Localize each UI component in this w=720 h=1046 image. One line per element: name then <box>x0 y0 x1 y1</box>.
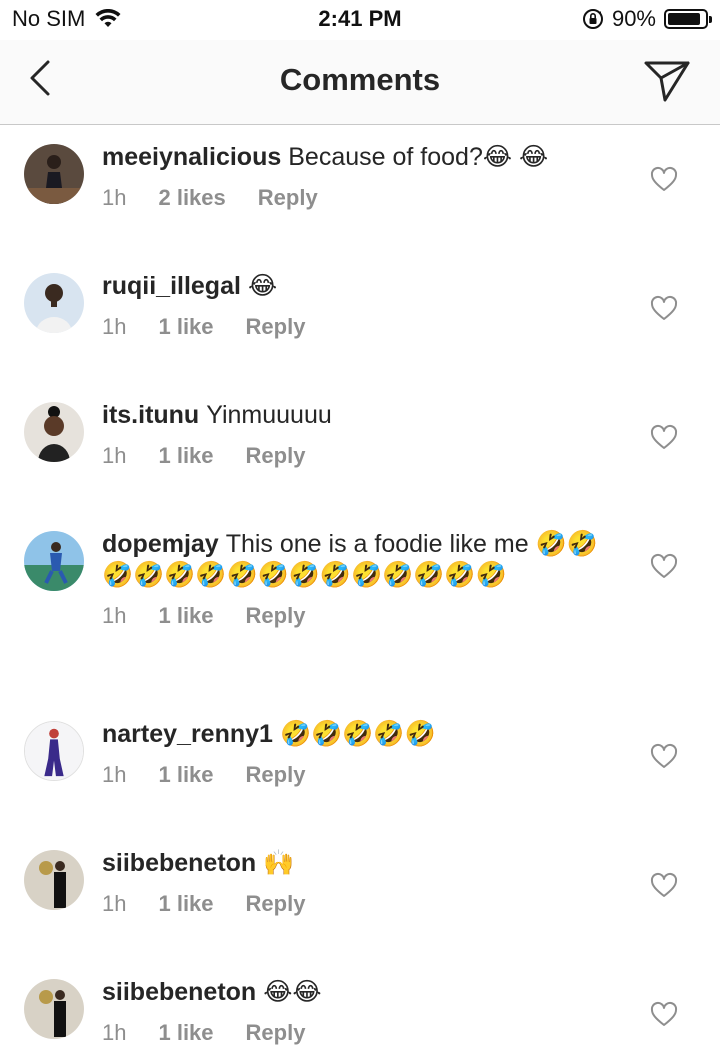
comment-body: nartey_renny1 🤣🤣🤣🤣🤣 1h 1 like Reply <box>102 719 622 788</box>
comment-text: nartey_renny1 🤣🤣🤣🤣🤣 <box>102 719 622 750</box>
comment-time: 1h <box>102 603 127 628</box>
battery-icon <box>664 9 712 29</box>
comment-likes[interactable]: 2 likes <box>158 185 225 211</box>
heart-icon[interactable] <box>650 872 678 900</box>
comment-body: ruqii_illegal 😂 1h 1 like Reply <box>102 271 622 340</box>
comment-message: Because of food?😂 😂 <box>288 143 549 171</box>
comment-meta: 1h 1 like Reply <box>102 314 622 340</box>
reply-button[interactable]: Reply <box>246 603 306 629</box>
reply-button[interactable]: Reply <box>246 762 306 788</box>
battery-group: 90% <box>582 6 712 32</box>
comment-body: siibebeneton 🙌 1h 1 like Reply <box>102 848 622 917</box>
comment-text: dopemjay This one is a foodie like me 🤣🤣🤣… <box>102 529 622 591</box>
avatar[interactable] <box>24 721 84 781</box>
heart-icon[interactable] <box>650 295 678 323</box>
reply-button[interactable]: Reply <box>246 891 306 917</box>
heart-icon[interactable] <box>650 743 678 771</box>
comment-likes[interactable]: 1 like <box>158 762 213 788</box>
battery-nub <box>709 16 712 23</box>
comment-meta: 1h 1 like Reply <box>102 1020 622 1046</box>
comment-message: 😂 <box>247 272 278 300</box>
comment-likes[interactable]: 1 like <box>158 1020 213 1046</box>
page-title: Comments <box>279 62 441 97</box>
comment-body: its.itunu Yinmuuuuu 1h 1 like Reply <box>102 400 622 469</box>
avatar[interactable] <box>24 273 84 333</box>
comment-meta: 1h 1 like Reply <box>102 891 622 917</box>
comment-username[interactable]: its.itunu <box>102 401 199 429</box>
comment-text: siibebeneton 🙌 <box>102 848 622 879</box>
paper-plane-icon <box>644 61 690 102</box>
comment-body: siibebeneton 😂😂 1h 1 like Reply <box>102 977 622 1046</box>
comment-username[interactable]: siibebeneton <box>102 849 256 877</box>
comment-text: its.itunu Yinmuuuuu <box>102 400 622 431</box>
comment-username[interactable]: nartey_renny1 <box>102 720 273 748</box>
comment-meta: 1h 1 like Reply <box>102 443 622 469</box>
comment-time: 1h <box>102 314 127 339</box>
heart-icon[interactable] <box>650 553 678 581</box>
comment-time: 1h <box>102 443 127 468</box>
comment-likes[interactable]: 1 like <box>158 443 213 469</box>
reply-button[interactable]: Reply <box>246 443 306 469</box>
battery-percent: 90% <box>611 6 656 31</box>
nav-bar: Comments <box>0 40 720 125</box>
comment-likes[interactable]: 1 like <box>158 314 213 340</box>
avatar[interactable] <box>24 402 84 462</box>
comment-meta: 1h 1 like Reply <box>102 762 622 788</box>
comment-time: 1h <box>102 891 127 916</box>
comment-time: 1h <box>102 762 127 787</box>
comment-message: 🤣🤣🤣🤣🤣 <box>279 720 436 748</box>
avatar[interactable] <box>24 850 84 910</box>
heart-icon[interactable] <box>650 424 678 452</box>
comment-meta: 1h 1 like Reply <box>102 603 622 629</box>
heart-icon[interactable] <box>650 1001 678 1029</box>
comment-body: meeiynalicious Because of food?😂 😂 1h 2 l… <box>102 142 622 211</box>
avatar[interactable] <box>24 531 84 591</box>
comment-likes[interactable]: 1 like <box>158 603 213 629</box>
reply-button[interactable]: Reply <box>246 1020 306 1046</box>
heart-icon[interactable] <box>650 166 678 194</box>
battery-fill <box>668 13 700 25</box>
comment-text: siibebeneton 😂😂 <box>102 977 622 1008</box>
comment-username[interactable]: dopemjay <box>102 530 219 558</box>
comment-text: meeiynalicious Because of food?😂 😂 <box>102 142 622 173</box>
avatar[interactable] <box>24 979 84 1039</box>
comment-text: ruqii_illegal 😂 <box>102 271 622 302</box>
reply-button[interactable]: Reply <box>258 185 318 211</box>
comment-meta: 1h 2 likes Reply <box>102 185 622 211</box>
comment-time: 1h <box>102 185 127 210</box>
comment-username[interactable]: siibebeneton <box>102 978 256 1006</box>
comment-message: Yinmuuuuu <box>206 401 332 429</box>
reply-button[interactable]: Reply <box>246 314 306 340</box>
comment-body: dopemjay This one is a foodie like me 🤣🤣🤣… <box>102 529 622 629</box>
comment-time: 1h <box>102 1020 127 1045</box>
rotation-lock-icon <box>582 9 603 29</box>
comment-username[interactable]: ruqii_illegal <box>102 272 241 300</box>
avatar[interactable] <box>24 144 84 204</box>
comment-message: 🙌 <box>263 849 295 877</box>
comment-likes[interactable]: 1 like <box>158 891 213 917</box>
status-bar: No SIM 2:41 PM 90% <box>0 0 720 40</box>
comment-message: 😂😂 <box>263 978 322 1006</box>
comment-username[interactable]: meeiynalicious <box>102 143 281 171</box>
share-button[interactable] <box>640 54 694 108</box>
